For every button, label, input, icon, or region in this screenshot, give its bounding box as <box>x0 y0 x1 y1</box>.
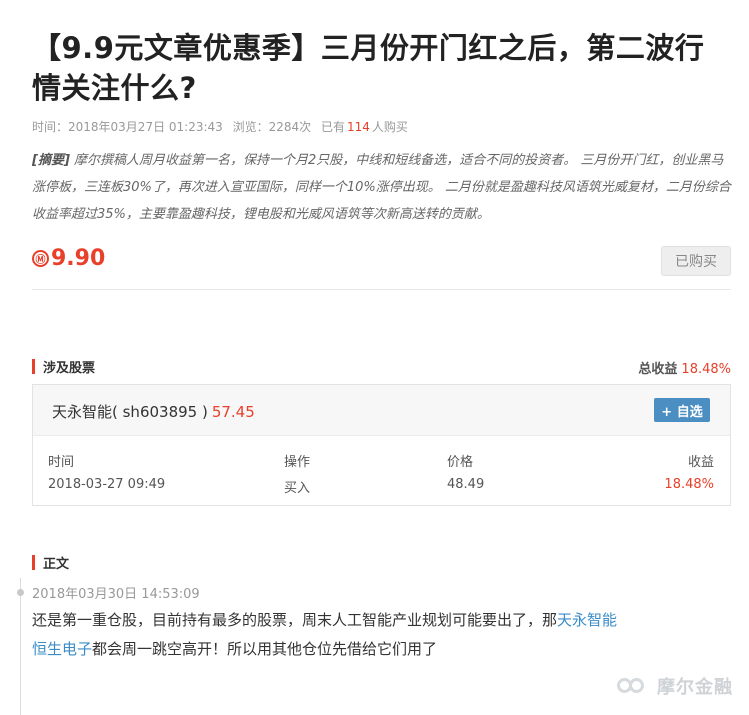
summary-text: 摩尔撰稿人周月收益第一名，保持一个月2只股，中线和短线备选，适合不同的投资者。 … <box>32 153 731 222</box>
bought-count: 114 <box>347 120 370 134</box>
summary-label: [摘要] <box>32 153 70 168</box>
stock-card-header: 天永智能( sh603895 ) 57.45 + 自选 <box>33 385 730 436</box>
article-title: 【9.9元文章优惠季】三月份开门红之后，第二波行情关注什么? <box>32 31 705 105</box>
heading-accent-bar <box>32 358 35 374</box>
post-text-2: 都会周一跳空高开！所以用其他仓位先借给它们用了 <box>92 640 438 658</box>
column-header-time: 时间 <box>48 455 75 470</box>
total-return: 总收益 18.48% <box>638 358 731 377</box>
column-header-return: 收益 <box>687 455 714 470</box>
stock-link-tianyong[interactable]: 天永智能 <box>557 611 617 629</box>
stock-name[interactable]: 天永智能( sh603895 ) 57.45 <box>52 401 255 422</box>
stocks-heading-label: 涉及股票 <box>43 360 96 376</box>
column-header-action: 操作 <box>284 455 311 470</box>
watermark-text: 摩尔金融 <box>657 677 733 698</box>
post-time: 2018年03月30日 14:53:09 <box>32 587 200 602</box>
body-section-heading: 正文 <box>32 554 70 572</box>
total-return-label: 总收益 <box>638 362 678 377</box>
post-text-1: 还是第一重仓股，目前持有最多的股票，周末人工智能产业规划可能要出了，那 <box>32 611 558 629</box>
divider <box>32 289 731 290</box>
watermark-logo-icon <box>617 676 651 696</box>
view-count: 浏览：2284次 <box>232 120 312 134</box>
column-header-price: 价格 <box>447 455 474 470</box>
stock-price: 57.45 <box>211 403 255 421</box>
stock-link-hengsheng[interactable]: 恒生电子 <box>32 640 92 658</box>
stock-name-label: 天永智能( sh603895 ) <box>52 403 208 421</box>
post-body: 还是第一重仓股，目前持有最多的股票，周末人工智能产业规划可能要出了，那天永智能恒… <box>32 606 722 664</box>
bought-button[interactable]: 已购买 <box>661 246 731 276</box>
publish-time: 时间：2018年03月27日 01:23:43 <box>32 120 223 134</box>
article-summary: [摘要] 摩尔撰稿人周月收益第一名，保持一个月2只股，中线和短线备选，适合不同的… <box>32 147 732 228</box>
total-return-value: 18.48% <box>681 362 731 377</box>
timeline-dot <box>17 589 24 596</box>
trade-price: 48.49 <box>447 477 485 492</box>
article-meta: 时间：2018年03月27日 01:23:43 浏览：2284次 已有 114 人购… <box>32 118 414 135</box>
article-price: 9.90 <box>51 245 106 271</box>
add-watchlist-button[interactable]: + 自选 <box>654 398 710 422</box>
bought-prefix: 已有 <box>321 120 346 134</box>
timeline-line <box>20 578 21 715</box>
trade-return: 18.48% <box>664 477 714 492</box>
trade-time: 2018-03-27 09:49 <box>48 477 166 492</box>
watermark: 摩尔金融 <box>617 673 733 699</box>
stocks-section-heading: 涉及股票 <box>32 358 96 376</box>
body-heading-label: 正文 <box>43 556 70 572</box>
stock-card: 天永智能( sh603895 ) 57.45 + 自选 时间 操作 价格 收益 2… <box>32 384 731 506</box>
bought-suffix: 人购买 <box>371 120 408 134</box>
price-row: Ⓜ 9.90 <box>32 244 105 272</box>
coin-icon: Ⓜ <box>32 249 49 267</box>
trade-action: 买入 <box>284 481 311 496</box>
heading-accent-bar <box>32 554 35 570</box>
